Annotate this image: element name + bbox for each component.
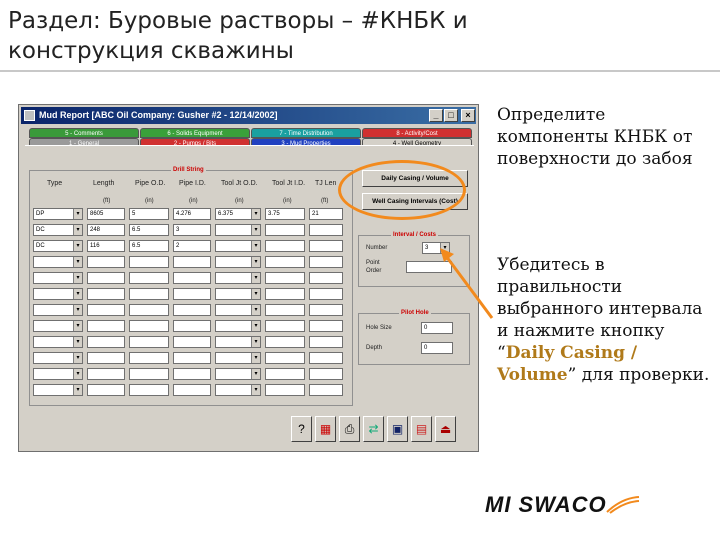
- company-logo: MI SWACO: [485, 492, 607, 517]
- logo-swoosh-icon: [606, 496, 640, 514]
- instruction-paragraph-2: Убедитесь в правильности выбранного инте…: [497, 254, 712, 386]
- instruction-text-suffix: ” для проверки.: [567, 365, 710, 385]
- instruction-paragraph-1: Определите компоненты КНБК от поверхност…: [497, 105, 693, 169]
